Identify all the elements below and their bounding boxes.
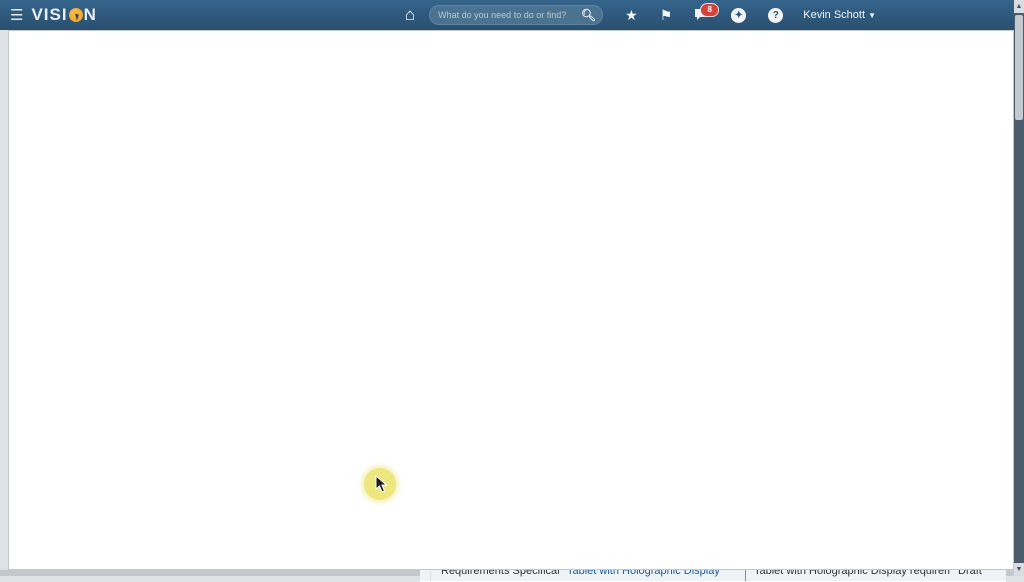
application-window: ☰ VISIN ⌂ 🔍︎ ★ ⚑ 8 ✦ ? Kevin Schott ▼ Po… [0,0,1024,576]
global-search-input[interactable] [436,9,581,21]
search-icon[interactable]: 🔍︎ [581,8,596,22]
accessibility-icon[interactable]: ✦ [731,8,746,23]
notifications-icon[interactable]: 8 [694,8,709,23]
home-icon[interactable]: ⌂ [405,5,415,25]
flag-icon[interactable]: ⚑ [660,8,673,22]
content-panel [8,30,1014,570]
help-icon[interactable]: ? [768,8,783,23]
mouse-cursor [375,475,389,493]
user-name: Kevin Schott [803,9,865,21]
notification-badge: 8 [700,3,719,17]
scroll-up-arrow[interactable]: ▲ [1014,0,1024,13]
favorites-star-icon[interactable]: ★ [625,8,638,22]
page-scrollbar-thumb[interactable] [1015,15,1023,120]
user-menu[interactable]: Kevin Schott ▼ [803,9,876,21]
brand-text-suffix: N [84,5,97,25]
page-scrollbar[interactable]: ▲ ▼ [1014,0,1024,576]
global-search[interactable]: 🔍︎ [429,5,603,25]
brand-logo: VISI N [31,5,96,25]
brand-text-prefix: VISI [31,5,67,25]
hamburger-menu-icon[interactable]: ☰ [10,6,23,24]
chevron-down-icon: ▼ [868,11,876,20]
scroll-down-arrow[interactable]: ▼ [1014,563,1024,576]
brand-o-icon [69,8,83,22]
global-header: ☰ VISI N ⌂ 🔍︎ ★ ⚑ 8 ✦ ? Kevin Schott ▼ [0,0,1024,30]
